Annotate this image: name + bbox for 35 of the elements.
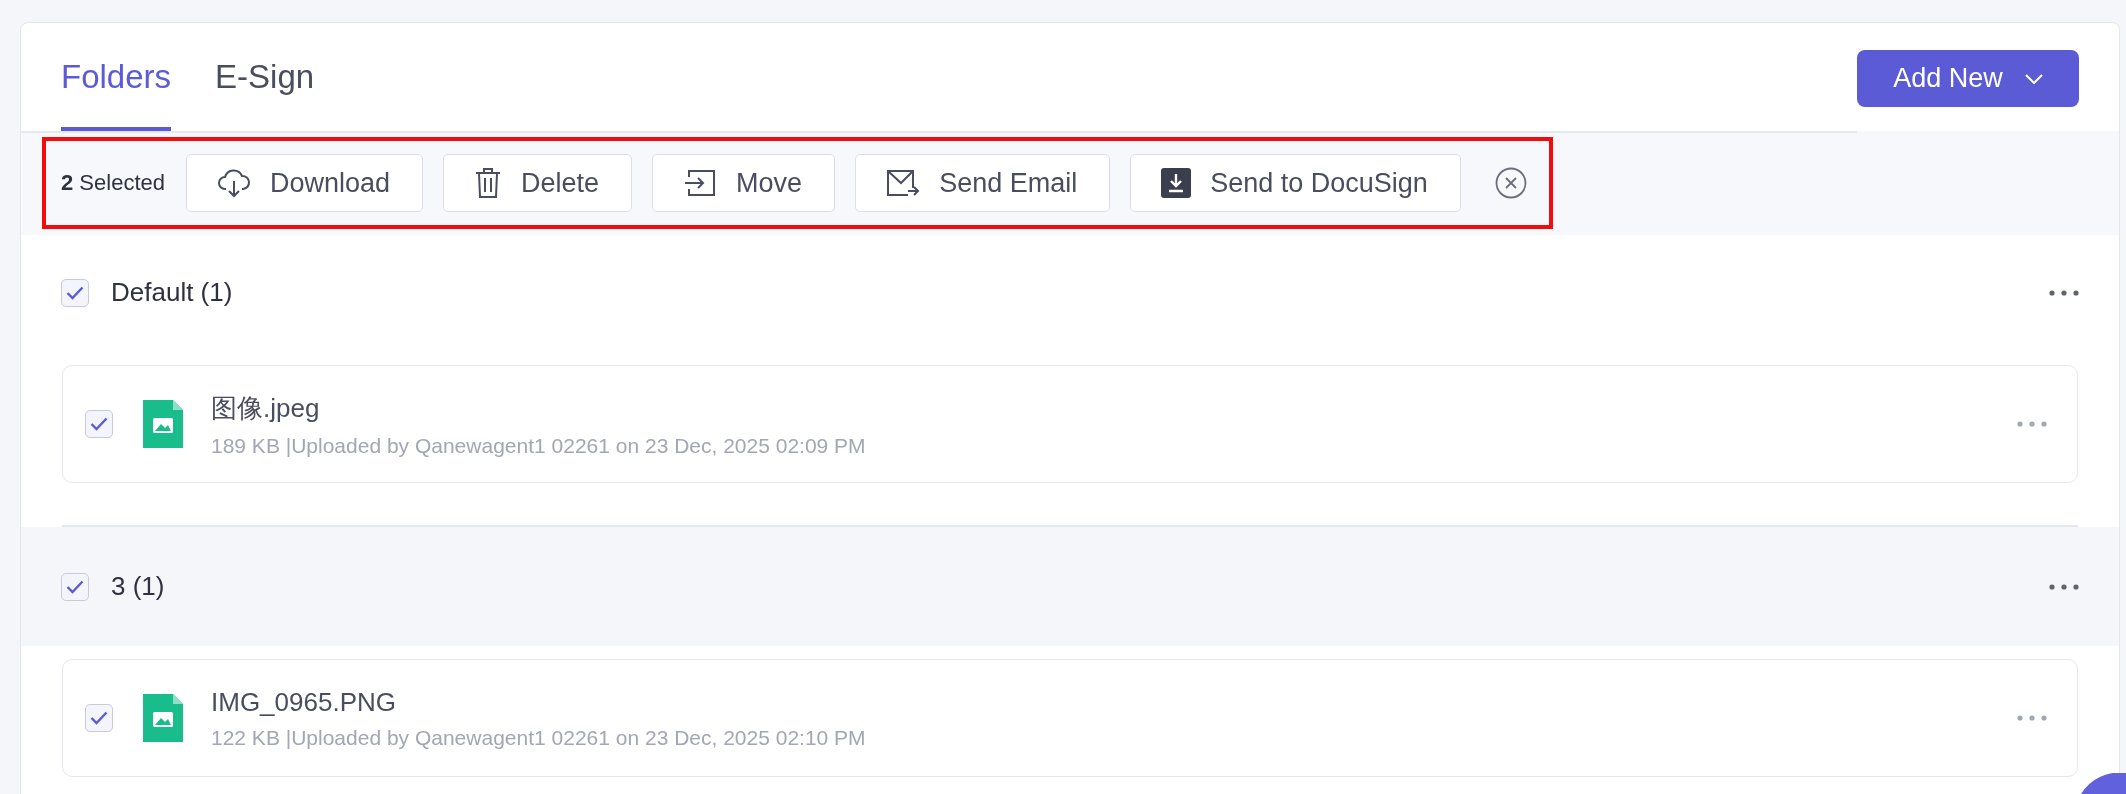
tab[interactable]: E-Sign: [215, 23, 315, 131]
close-icon[interactable]: [1494, 167, 1527, 199]
folder-name[interactable]: Default (1): [111, 277, 2027, 308]
action-button[interactable]: Move: [652, 154, 836, 212]
checkmark-icon: [90, 417, 108, 431]
checkbox[interactable]: [85, 704, 113, 732]
add-new-button[interactable]: Add New: [1857, 50, 2079, 107]
file-details: 122 KB |Uploaded by Qanewagent1 02261 on 23 Dec, 2025 02:10 PM: [211, 725, 867, 750]
download-box-icon: [1161, 168, 1192, 198]
checkmark-icon: [66, 285, 84, 300]
checkbox[interactable]: [85, 410, 113, 438]
cloud-download-icon: [217, 168, 251, 198]
action-button[interactable]: Send to DocuSign: [1130, 154, 1461, 212]
checkbox[interactable]: [61, 278, 89, 307]
more-icon[interactable]: [2049, 583, 2079, 590]
checkmark-icon: [90, 711, 108, 725]
move-to-folder-icon: [683, 168, 718, 198]
selected-count: 2 Selected: [61, 170, 165, 196]
floating-action-button[interactable]: [2081, 773, 2126, 794]
file-name: IMG_0965.PNG: [211, 686, 397, 718]
image-file-icon: [143, 400, 183, 448]
checkbox[interactable]: [61, 572, 89, 601]
action-button[interactable]: Download: [186, 154, 424, 212]
more-icon[interactable]: [2049, 289, 2079, 296]
chevron-down-icon: [2024, 73, 2043, 84]
trash-icon: [474, 167, 503, 199]
file-card[interactable]: IMG_0965.PNG 122 KB |Uploaded by Qanewagent1 02261 on 23 Dec, 2025 02:10 PM: [62, 659, 2078, 777]
checkmark-icon: [66, 579, 84, 594]
file-card[interactable]: 图像.jpeg 189 KB |Uploaded by Qanewagent1 02261 on 23 Dec, 2025 02:09 PM: [62, 365, 2078, 483]
envelope-icon: [886, 169, 921, 197]
file-name: 图像.jpeg: [211, 391, 321, 425]
image-file-icon: [143, 694, 183, 742]
action-button[interactable]: Send Email: [855, 154, 1111, 212]
file-details: 189 KB |Uploaded by Qanewagent1 02261 on 23 Dec, 2025 02:09 PM: [211, 433, 867, 458]
action-button[interactable]: Delete: [443, 154, 633, 212]
